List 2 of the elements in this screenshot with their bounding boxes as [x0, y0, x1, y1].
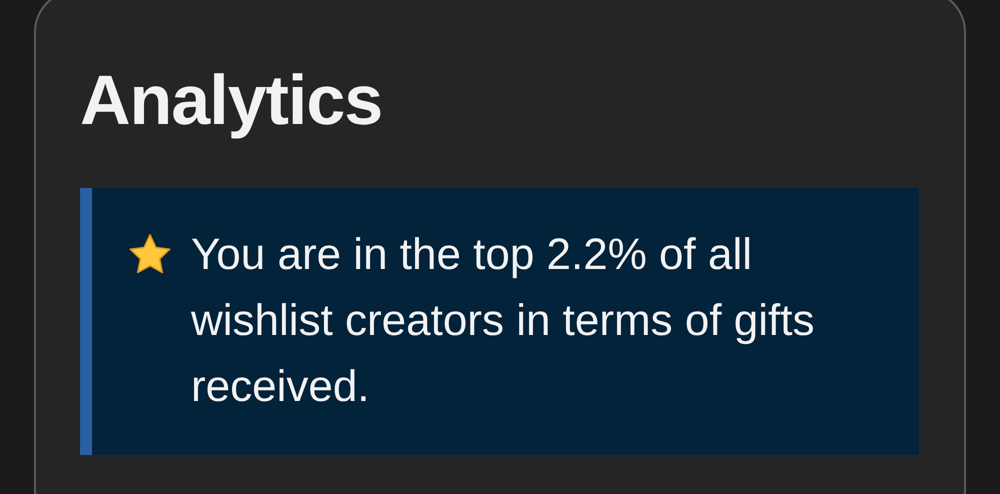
callout-text: You are in the top 2.2% of all wishlist creators in terms of gifts received. [191, 229, 816, 413]
card-title: Analytics [80, 63, 384, 137]
